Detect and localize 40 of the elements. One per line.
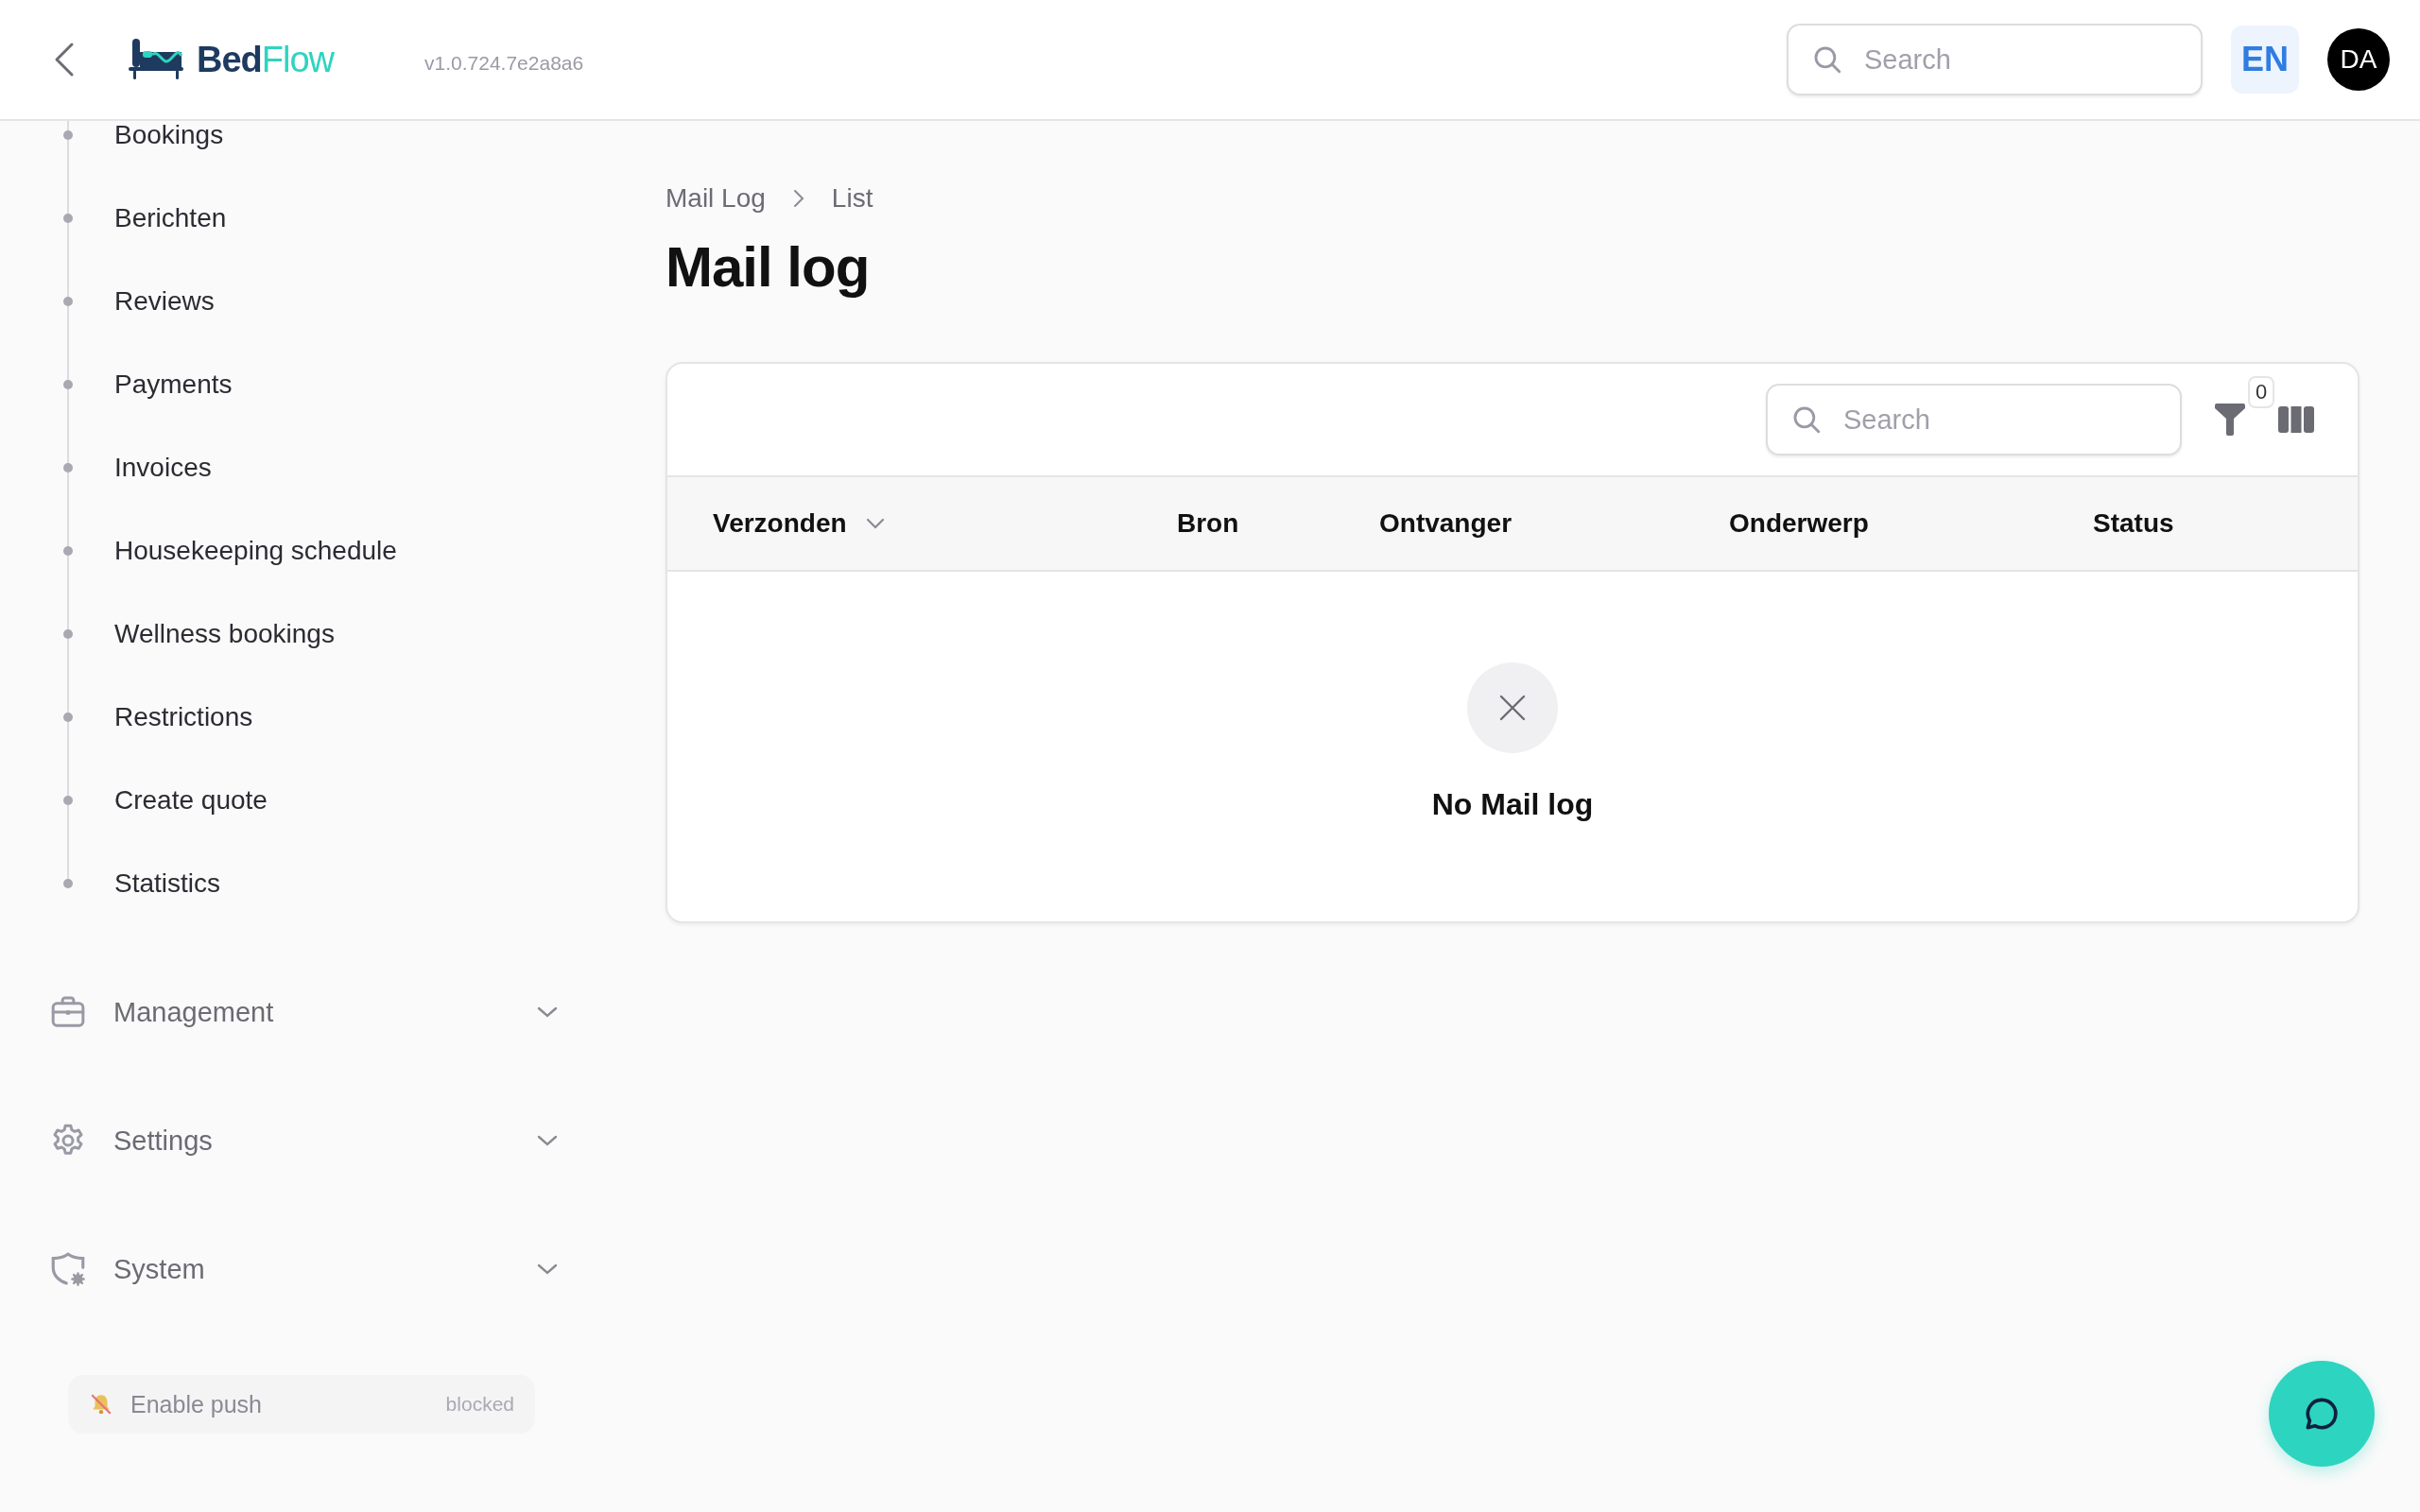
sidebar-group[interactable]: System <box>47 1205 558 1333</box>
version-label: v1.0.724.7e2a8a6 <box>424 52 584 75</box>
sidebar-item[interactable]: Statistics <box>47 842 605 925</box>
sidebar-item[interactable]: Invoices <box>47 426 605 509</box>
chevron-icon <box>537 1134 558 1147</box>
breadcrumb-separator-icon <box>791 188 805 209</box>
avatar-button[interactable]: DA <box>2327 28 2390 91</box>
empty-state-message: No Mail log <box>1431 787 1594 822</box>
sidebar-group[interactable]: Settings <box>47 1076 558 1205</box>
sidebar-item[interactable]: Wellness bookings <box>47 593 605 676</box>
muted-bell-icon <box>89 1392 113 1417</box>
sidebar-item[interactable]: Payments <box>47 343 605 426</box>
search-field[interactable]: Search <box>1766 384 2182 455</box>
column-header[interactable]: Bron <box>1177 508 1379 539</box>
sidebar-item[interactable]: Restrictions <box>47 676 605 759</box>
sidebar-item[interactable]: Berichten <box>47 177 605 260</box>
sidebar-item[interactable]: Create quote <box>47 759 605 842</box>
chat-button[interactable] <box>2269 1361 2375 1467</box>
sort-chevron-icon <box>865 518 885 529</box>
sidebar-item[interactable]: Reviews <box>47 260 605 343</box>
back-icon[interactable] <box>53 41 76 78</box>
search-field[interactable]: Search <box>1787 24 2203 95</box>
breadcrumb-link[interactable]: Mail Log <box>666 183 766 214</box>
page-title: Mail log <box>666 234 871 300</box>
breadcrumb-link[interactable]: List <box>831 183 873 214</box>
chevron-icon <box>537 1005 558 1019</box>
language-button[interactable]: EN <box>2231 26 2299 94</box>
sidebar-item[interactable]: Housekeeping schedule <box>47 509 605 593</box>
sidebar-item[interactable]: Bookings <box>47 121 605 177</box>
filter-count-badge: 0 <box>2248 376 2275 408</box>
columns-icon[interactable] <box>2278 406 2314 433</box>
column-header[interactable]: Status <box>2093 508 2358 539</box>
logo-text: BedFlow <box>197 39 335 80</box>
column-header[interactable]: Onderwerp <box>1729 508 2093 539</box>
filter-icon[interactable] <box>2214 403 2246 437</box>
column-header[interactable]: Verzonden <box>713 508 1177 539</box>
column-header[interactable]: Ontvanger <box>1379 508 1729 539</box>
chevron-icon <box>537 1263 558 1276</box>
sidebar-group[interactable]: Management <box>47 948 558 1076</box>
bed-logo-icon <box>129 39 183 80</box>
